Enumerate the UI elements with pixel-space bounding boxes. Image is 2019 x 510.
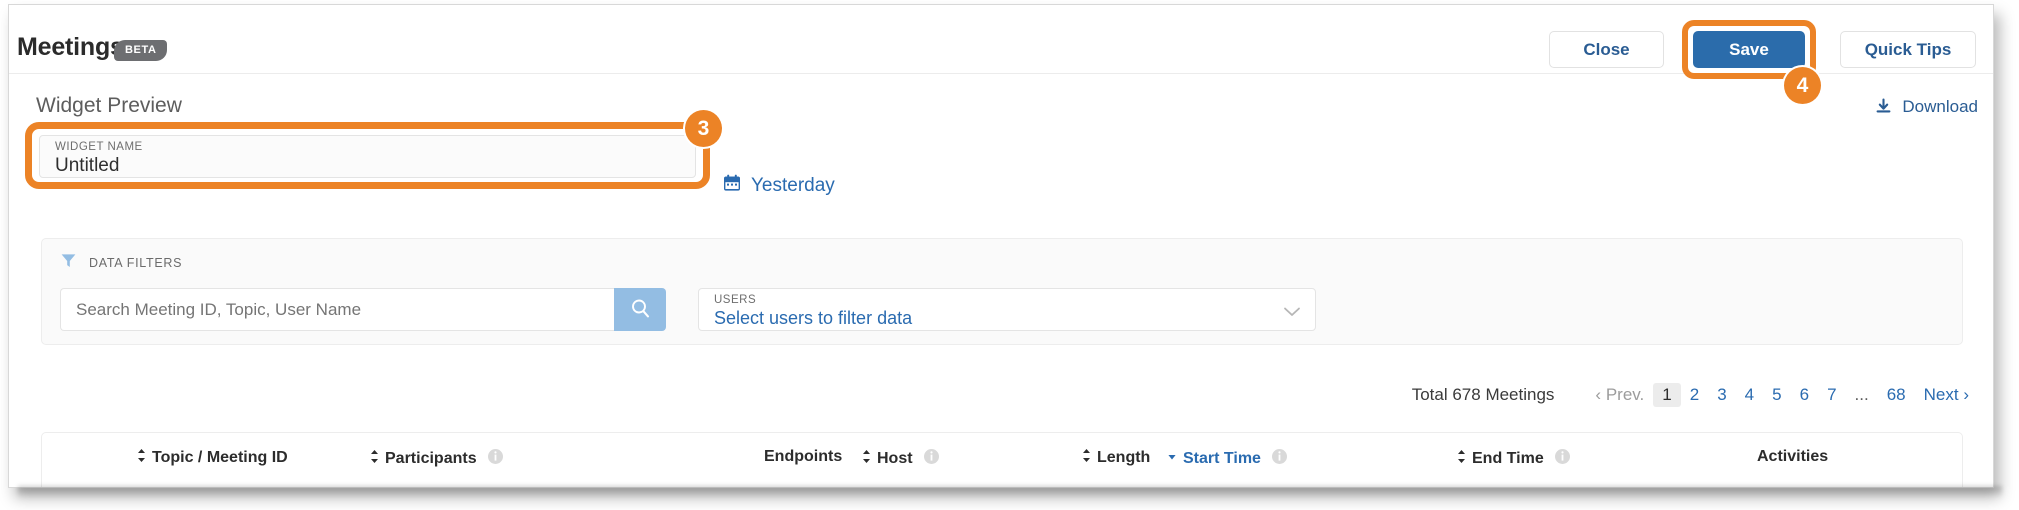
beta-badge: BETA [114, 40, 167, 61]
column-header-activities[interactable]: Activities [1757, 448, 1828, 466]
column-header-label: End Time [1472, 450, 1544, 467]
column-header-label: Host [877, 450, 913, 467]
app-header: Meetings BETA Close Save Quick Tips [9, 5, 1993, 74]
search-button[interactable] [614, 288, 666, 331]
step-badge-3: 3 [685, 110, 722, 147]
close-button[interactable]: Close [1549, 31, 1664, 68]
column-header-endpoints[interactable]: Endpoints [764, 448, 842, 466]
meeting-search-row [60, 288, 666, 331]
pagination-next-label: Next [1923, 385, 1959, 404]
chevron-left-icon: ‹ [1595, 385, 1602, 404]
pagination-prev[interactable]: ‹ Prev. [1586, 383, 1653, 407]
date-range-label: Yesterday [751, 174, 835, 196]
save-button[interactable]: Save [1693, 31, 1805, 68]
pagination: Total 678 Meetings ‹ Prev. 1 2 3 4 5 6 7… [1412, 383, 1978, 407]
users-filter-label: USERS [714, 294, 757, 306]
data-filters-panel: DATA FILTERS USERS Select users to filte… [41, 238, 1963, 345]
pagination-page-6[interactable]: 6 [1791, 383, 1818, 407]
step-badge-4: 4 [1784, 67, 1821, 104]
info-icon[interactable] [1271, 448, 1288, 470]
pagination-page-7[interactable]: 7 [1818, 383, 1845, 407]
column-header-participants[interactable]: Participants [370, 448, 504, 470]
column-header-topic-meeting-id[interactable]: Topic / Meeting ID [137, 448, 288, 468]
total-meetings-label: Total 678 Meetings [1411, 385, 1555, 404]
column-header-label: Length [1097, 449, 1151, 466]
sort-descending-icon [1167, 449, 1177, 469]
column-header-end-time[interactable]: End Time [1457, 448, 1571, 470]
sort-arrows-icon [1082, 448, 1091, 468]
date-range-selector[interactable]: Yesterday [722, 173, 835, 198]
chevron-down-icon [1283, 305, 1301, 323]
pagination-ellipsis: ... [1854, 385, 1869, 404]
chevron-right-icon: › [1963, 385, 1969, 404]
column-header-label: Endpoints [764, 448, 843, 465]
column-header-length[interactable]: Length [1082, 448, 1150, 468]
users-filter-value: Select users to filter data [714, 308, 913, 328]
data-filters-header: DATA FILTERS [60, 252, 182, 274]
column-header-label: Activities [1757, 448, 1829, 465]
sort-arrows-icon [862, 449, 871, 469]
widget-name-field[interactable]: WIDGET NAME Untitled [39, 135, 696, 178]
column-header-label: Participants [385, 450, 477, 467]
widget-preview-label: Widget Preview [36, 94, 182, 117]
download-label: Download [1902, 97, 1978, 116]
pagination-prev-label: Prev. [1605, 385, 1645, 404]
column-header-label: Start Time [1183, 450, 1261, 467]
pagination-page-5[interactable]: 5 [1763, 383, 1790, 407]
pagination-page-2[interactable]: 2 [1681, 383, 1708, 407]
pagination-page-3[interactable]: 3 [1708, 383, 1735, 407]
calendar-icon [722, 173, 742, 198]
pagination-page-4[interactable]: 4 [1736, 383, 1763, 407]
info-icon[interactable] [1554, 448, 1571, 470]
search-input[interactable] [60, 288, 614, 331]
pagination-page-68[interactable]: 68 [1878, 383, 1915, 407]
download-button[interactable]: Download [1874, 97, 1978, 117]
sort-arrows-icon [137, 448, 146, 468]
info-icon[interactable] [487, 448, 504, 470]
column-header-host[interactable]: Host [862, 448, 940, 470]
search-icon [629, 297, 652, 323]
sort-arrows-icon [1457, 449, 1466, 469]
window-bottom-shadow [18, 486, 2002, 498]
info-icon[interactable] [923, 448, 940, 470]
widget-name-value: Untitled [55, 155, 120, 176]
meetings-table-header: Topic / Meeting ID Participants Endpoint… [41, 432, 1963, 487]
page-title: Meetings [17, 33, 124, 61]
users-filter-select[interactable]: USERS Select users to filter data [698, 288, 1316, 331]
column-header-start-time[interactable]: Start Time [1167, 448, 1288, 470]
filter-funnel-icon [60, 252, 77, 274]
app-window: Meetings BETA Close Save Quick Tips 4 Wi… [8, 4, 1994, 488]
download-icon [1874, 97, 1893, 117]
quick-tips-button[interactable]: Quick Tips [1840, 31, 1976, 68]
column-header-label: Topic / Meeting ID [152, 449, 288, 466]
sort-arrows-icon [370, 449, 379, 469]
data-filters-label: DATA FILTERS [89, 256, 183, 270]
pagination-next[interactable]: Next › [1915, 383, 1978, 407]
pagination-page-1[interactable]: 1 [1653, 383, 1681, 407]
widget-name-label: WIDGET NAME [55, 141, 143, 153]
